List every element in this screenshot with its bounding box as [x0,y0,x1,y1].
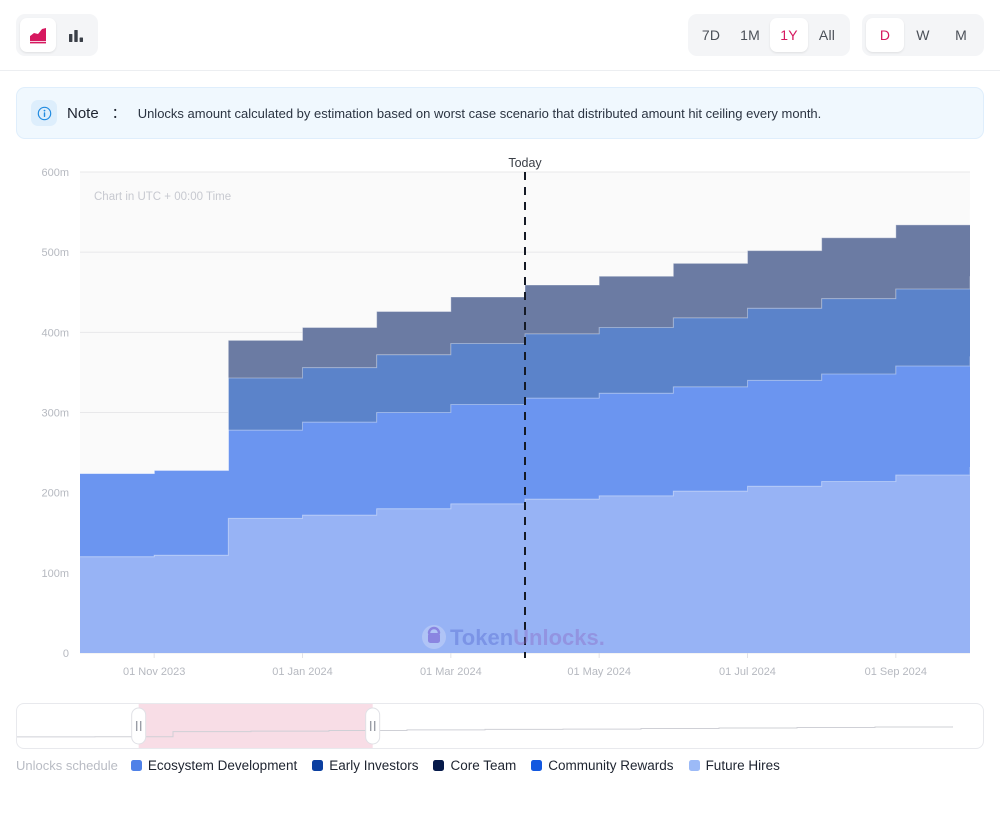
toolbar: 7D 1M 1Y All D W M [0,0,1000,71]
y-axis-tick-label: 400m [41,327,69,339]
y-axis-tick-label: 500m [41,247,69,259]
y-axis-tick-label: 600m [41,167,69,179]
interval-button-month[interactable]: M [942,18,980,52]
legend-label: Early Investors [329,758,419,773]
note-text: Unlocks amount calculated by estimation … [137,105,822,121]
x-axis-tick-label: 01 Sep 2024 [865,666,927,678]
range-brush[interactable] [16,703,984,749]
brush-handle-left[interactable] [131,707,147,745]
legend-item-early-investors[interactable]: Early Investors [312,758,418,773]
legend-label: Community Rewards [548,758,674,773]
legend-item-core-team[interactable]: Core Team [433,758,516,773]
legend-item-future-hires[interactable]: Future Hires [688,758,780,773]
info-icon [31,100,57,126]
utc-note: Chart in UTC + 00:00 Time [94,191,231,203]
range-button-1y[interactable]: 1Y [770,18,808,52]
legend-swatch [433,760,445,771]
area-chart-icon [29,25,47,44]
legend-label: Ecosystem Development [147,758,298,773]
legend-swatch [312,760,324,771]
brush-container[interactable] [0,703,1000,749]
x-axis-tick-label: 01 Mar 2024 [420,666,482,678]
x-axis-tick-label: 01 Jul 2024 [719,666,776,678]
y-axis-tick-label: 300m [41,408,69,420]
chart-type-toggle-group[interactable] [16,14,98,56]
interval-button-week[interactable]: W [904,18,942,52]
today-label: Today [508,156,542,170]
legend-item-ecosystem-development[interactable]: Ecosystem Development [130,758,298,773]
brush-selection[interactable] [138,704,373,748]
y-axis-tick-label: 200m [41,488,69,500]
legend-swatch [688,760,700,771]
range-button-all[interactable]: All [808,18,846,52]
legend-swatch [531,760,543,771]
legend-swatch [130,760,142,771]
range-button-7d[interactable]: 7D [692,18,730,52]
x-axis-tick-label: 01 Jan 2024 [272,666,333,678]
note-container: Note ： Unlocks amount calculated by esti… [0,71,1000,139]
note-label: Note [67,104,99,122]
x-axis-tick-label: 01 May 2024 [567,666,631,678]
legend-item-community-rewards[interactable]: Community Rewards [531,758,674,773]
bar-chart-icon [69,30,83,42]
legend-label: Future Hires [705,758,780,773]
interval-button-day[interactable]: D [866,18,904,52]
range-button-1m[interactable]: 1M [730,18,770,52]
svg-text:Token: Token [450,625,513,650]
time-range-group[interactable]: 7D 1M 1Y All [687,14,850,56]
x-axis-tick-label: 01 Nov 2023 [123,666,185,678]
chart-svg[interactable]: 0 100m 200m 300m 400m 500m 600m 01 Nov 2023 01 J… [0,156,1000,701]
unlocks-chart[interactable]: 0 100m 200m 300m 400m 500m 600m 01 Nov 2023 01 J… [0,156,1000,701]
brush-handle-right[interactable] [365,707,381,745]
note-colon: ： [111,105,126,121]
brush-svg[interactable] [17,704,953,748]
bar-chart-type-button[interactable] [58,18,94,52]
area-chart-type-button[interactable] [20,18,56,52]
y-axis-tick-label: 100m [41,568,69,580]
range-controls: 7D 1M 1Y All D W M [687,14,984,56]
y-axis-tick-label: 0 [63,648,69,660]
legend-title: Unlocks schedule [16,758,118,773]
interval-group[interactable]: D W M [862,14,984,56]
watermark: Token Unlocks. [422,625,605,650]
legend-label: Core Team [450,758,517,773]
note-banner: Note ： Unlocks amount calculated by esti… [16,87,984,139]
svg-text:Unlocks.: Unlocks. [513,625,605,650]
chart-legend: Unlocks schedule Ecosystem Development E… [0,749,1000,773]
